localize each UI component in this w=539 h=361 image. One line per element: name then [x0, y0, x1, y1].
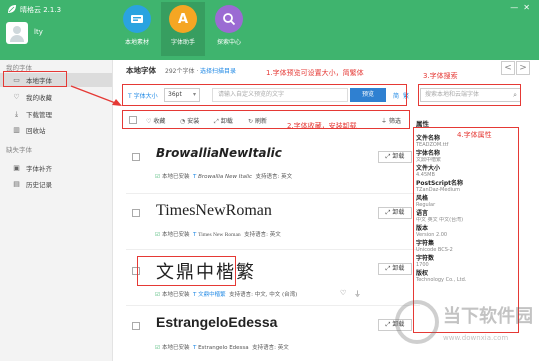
nav-tab-font-assistant[interactable]: A 字体助手	[161, 2, 205, 56]
font-sample: Estrangelo Edessa	[198, 345, 249, 351]
heart-icon[interactable]: ♡	[340, 289, 346, 297]
annotation-box-search	[418, 84, 521, 106]
font-fill-icon: ▣	[13, 164, 20, 172]
close-icon[interactable]: ✕	[523, 3, 535, 12]
annotation-preview: 1.字体预览可设置大小，简繁体	[266, 69, 364, 77]
avatar[interactable]	[6, 22, 28, 44]
uninstall-label: 卸载	[392, 153, 405, 160]
font-sample: 文鼎中楷繁	[198, 292, 226, 298]
font-preview-name: TimesNewRoman	[156, 202, 272, 219]
annotation-box-actions	[122, 110, 410, 129]
window-controls[interactable]: —✕	[510, 3, 535, 12]
uninstall-label: 卸载	[392, 265, 405, 272]
font-checkbox[interactable]	[132, 322, 140, 330]
nav-tab-local-assets[interactable]: 本地素材	[115, 2, 159, 56]
annotation-search: 3.字体搜索	[423, 72, 458, 80]
sidebar-item-recycle[interactable]: ▥ 回收站	[0, 123, 112, 137]
download-icon: ⤓	[14, 109, 19, 118]
local-assets-icon	[123, 5, 151, 33]
sidebar-section-missing-fonts: 缺失字体	[6, 146, 32, 154]
sidebar-item-label: 我的收藏	[26, 94, 52, 102]
font-uninstall-button[interactable]: ⤢ 卸载	[378, 207, 412, 219]
font-list: BrowalliaNewItalic ⤢ 卸载 ☑ 本地已安装 T Browall…	[126, 140, 420, 361]
sidebar-item-label: 回收站	[26, 127, 46, 135]
nav-tab-label: 本地素材	[124, 39, 149, 46]
next-page-button[interactable]: >	[516, 61, 530, 75]
font-languages: 支持语言: 中文, 中文 (台湾)	[229, 292, 298, 298]
installed-check-icon: ☑	[155, 345, 160, 351]
font-languages: 支持语言: 英文	[255, 174, 293, 180]
font-type-icon: T	[192, 232, 197, 238]
annotation-actions: 2.字体收藏，安装卸载	[287, 122, 357, 130]
font-checkbox[interactable]	[132, 209, 140, 217]
font-uninstall-button[interactable]: ⤢ 卸载	[378, 151, 412, 163]
nav-tab-label: 探索中心	[216, 39, 241, 46]
watermark-text: 当下软件园	[443, 306, 533, 327]
watermark-logo-icon	[395, 300, 439, 344]
installed-status: 本地已安装	[161, 292, 190, 298]
annotation-box-preview-font	[137, 256, 236, 286]
installed-status: 本地已安装	[161, 232, 190, 238]
font-count: 292个字体 ·	[165, 68, 199, 75]
nav-tab-label: 字体助手	[170, 39, 195, 46]
font-assistant-icon: A	[169, 5, 197, 33]
app-title: 晴格云 2.1.3	[20, 6, 62, 14]
installed-check-icon: ☑	[155, 232, 160, 238]
font-meta: ☑ 本地已安装 T Estrangelo Edessa 支持语言: 英文	[155, 343, 289, 351]
font-preview-name: BrowalliaNewItalic	[156, 146, 282, 160]
font-type-icon: T	[192, 174, 197, 180]
heart-icon: ♡	[13, 93, 20, 101]
font-sample: Browallia New Italic	[198, 174, 253, 180]
watermark: 当下软件园 www.downxia.com	[395, 292, 535, 358]
font-checkbox[interactable]	[132, 153, 140, 161]
font-languages: 支持语言: 英文	[252, 345, 289, 351]
font-type-icon: T	[192, 292, 197, 298]
font-card[interactable]: TimesNewRoman ⤢ 卸载 ☑ 本地已安装 T Times New Ro…	[126, 198, 420, 250]
sidebar-item-label: 历史记录	[26, 181, 52, 189]
font-meta: ☑ 本地已安装 T 文鼎中楷繁 支持语言: 中文, 中文 (台湾)	[155, 290, 297, 298]
explore-icon	[215, 5, 243, 33]
installed-status: 本地已安装	[161, 345, 190, 351]
prev-page-button[interactable]: <	[501, 61, 515, 75]
font-languages: 支持语言: 英文	[244, 232, 281, 238]
app-logo-icon	[8, 5, 16, 13]
font-type-icon: T	[192, 345, 197, 351]
sidebar-item-label: 下载管理	[26, 111, 52, 119]
installed-status: 本地已安装	[161, 174, 190, 180]
nav-tab-explore[interactable]: 探索中心	[207, 2, 251, 56]
scan-dir-link[interactable]: 选择扫描目录	[200, 66, 236, 75]
font-meta: ☑ 本地已安装 T Times New Roman 支持语言: 英文	[155, 230, 281, 238]
font-card[interactable]: BrowalliaNewItalic ⤢ 卸载 ☑ 本地已安装 T Browall…	[126, 142, 420, 194]
sidebar-item-font-fill[interactable]: ▣ 字体补齐	[0, 161, 112, 175]
trash-icon: ▥	[13, 126, 20, 134]
font-sample: Times New Roman	[198, 232, 241, 238]
app-header: 晴格云 2.1.3 lty 本地素材 A 字体助手 探索中心 —✕	[0, 0, 539, 60]
minimize-icon[interactable]: —	[510, 3, 523, 12]
uninstall-label: 卸载	[392, 209, 405, 216]
history-icon: ▤	[13, 180, 20, 188]
page-title: 本地字体	[126, 66, 156, 75]
filter-icon[interactable]: ⏚	[354, 289, 361, 299]
annotation-box-preview	[122, 84, 407, 106]
installed-check-icon: ☑	[155, 174, 160, 180]
installed-check-icon: ☑	[155, 292, 160, 298]
font-card[interactable]: EstrangeloEdessa ⤢ 卸载 ☑ 本地已安装 T Estrangel…	[126, 310, 420, 361]
font-meta: ☑ 本地已安装 T Browallia New Italic 支持语言: 英文	[155, 172, 292, 180]
sidebar-item-history[interactable]: ▤ 历史记录	[0, 177, 112, 191]
font-uninstall-button[interactable]: ⤢ 卸载	[378, 263, 412, 275]
font-preview-name: EstrangeloEdessa	[156, 314, 278, 330]
sidebar-item-label: 字体补齐	[26, 165, 52, 173]
watermark-url: www.downxia.com	[443, 334, 509, 342]
user-name[interactable]: lty	[34, 28, 43, 36]
annotation-highlight-box	[3, 71, 67, 87]
